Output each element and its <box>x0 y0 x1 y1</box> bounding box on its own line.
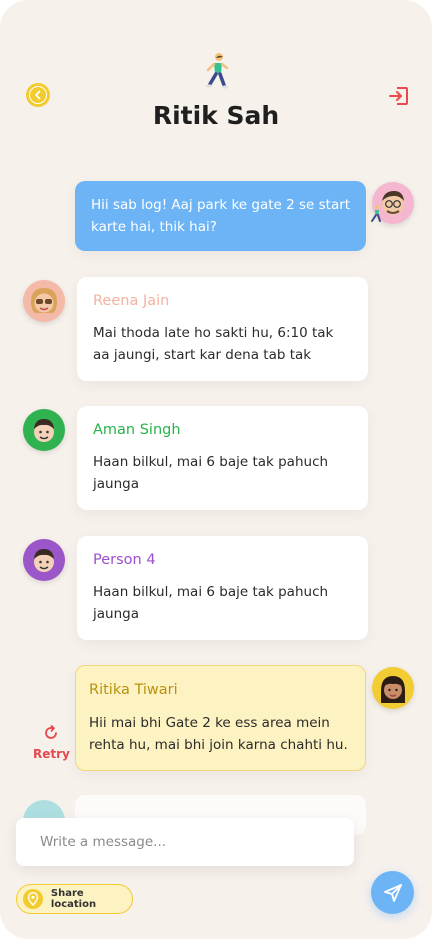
avatar-memoji-icon <box>34 549 54 572</box>
avatar-memoji-icon <box>381 676 405 703</box>
message-text: Hii sab log! Aaj park ke gate 2 se start… <box>91 197 351 235</box>
runner-small-icon <box>371 205 381 222</box>
share-location-label: Share location <box>50 888 97 910</box>
message-bubble-own[interactable]: Hii sab log! Aaj park ke gate 2 se start… <box>75 181 366 251</box>
retry-button[interactable]: Retry <box>33 725 70 761</box>
message-bubble[interactable]: Aman Singh Haan bilkul, mai 6 baje tak p… <box>77 406 368 510</box>
chat-screen: Ritik Sah Hii sab log! Aaj park ke gate … <box>0 0 432 939</box>
message-text: Mai thoda late ho sakti hu, 6:10 tak aa … <box>93 325 334 363</box>
message-text: Haan bilkul, mai 6 baje tak pahuch jaung… <box>93 454 329 492</box>
message-bubble-failed[interactable]: Ritika Tiwari Hii mai bhi Gate 2 ke ess … <box>75 665 366 771</box>
sender-name: Ritika Tiwari <box>89 682 178 698</box>
avatar-memoji-icon <box>34 419 54 442</box>
message-bubble[interactable]: Reena Jain Mai thoda late ho sakti hu, 6… <box>77 277 368 381</box>
send-button[interactable] <box>371 871 414 914</box>
avatar[interactable] <box>23 539 65 581</box>
message-input-container[interactable] <box>16 818 354 866</box>
send-icon <box>383 883 402 902</box>
avatar[interactable] <box>23 280 65 322</box>
avatar-memoji-icon <box>31 288 57 313</box>
sender-name: Reena Jain <box>93 293 170 309</box>
location-pin-icon <box>23 889 43 909</box>
page-title: Ritik Sah <box>152 101 280 130</box>
retry-icon <box>45 725 57 739</box>
message-text: Hii mai bhi Gate 2 ke ess area mein reht… <box>89 715 348 753</box>
chevron-left-icon <box>35 90 41 100</box>
sender-name: Aman Singh <box>93 422 181 438</box>
retry-label: Retry <box>33 747 70 761</box>
message-input[interactable] <box>16 818 354 866</box>
message-bubble[interactable]: Person 4 Haan bilkul, mai 6 baje tak pah… <box>77 536 368 640</box>
logout-icon[interactable] <box>388 85 410 107</box>
message-text: Haan bilkul, mai 6 baje tak pahuch jaung… <box>93 584 329 622</box>
chat-header: Ritik Sah <box>0 0 432 150</box>
sender-name: Person 4 <box>93 552 156 568</box>
share-location-button[interactable]: Share location <box>16 884 133 914</box>
runner-icon <box>206 53 229 89</box>
avatar[interactable] <box>23 409 65 451</box>
avatar[interactable] <box>372 667 414 709</box>
